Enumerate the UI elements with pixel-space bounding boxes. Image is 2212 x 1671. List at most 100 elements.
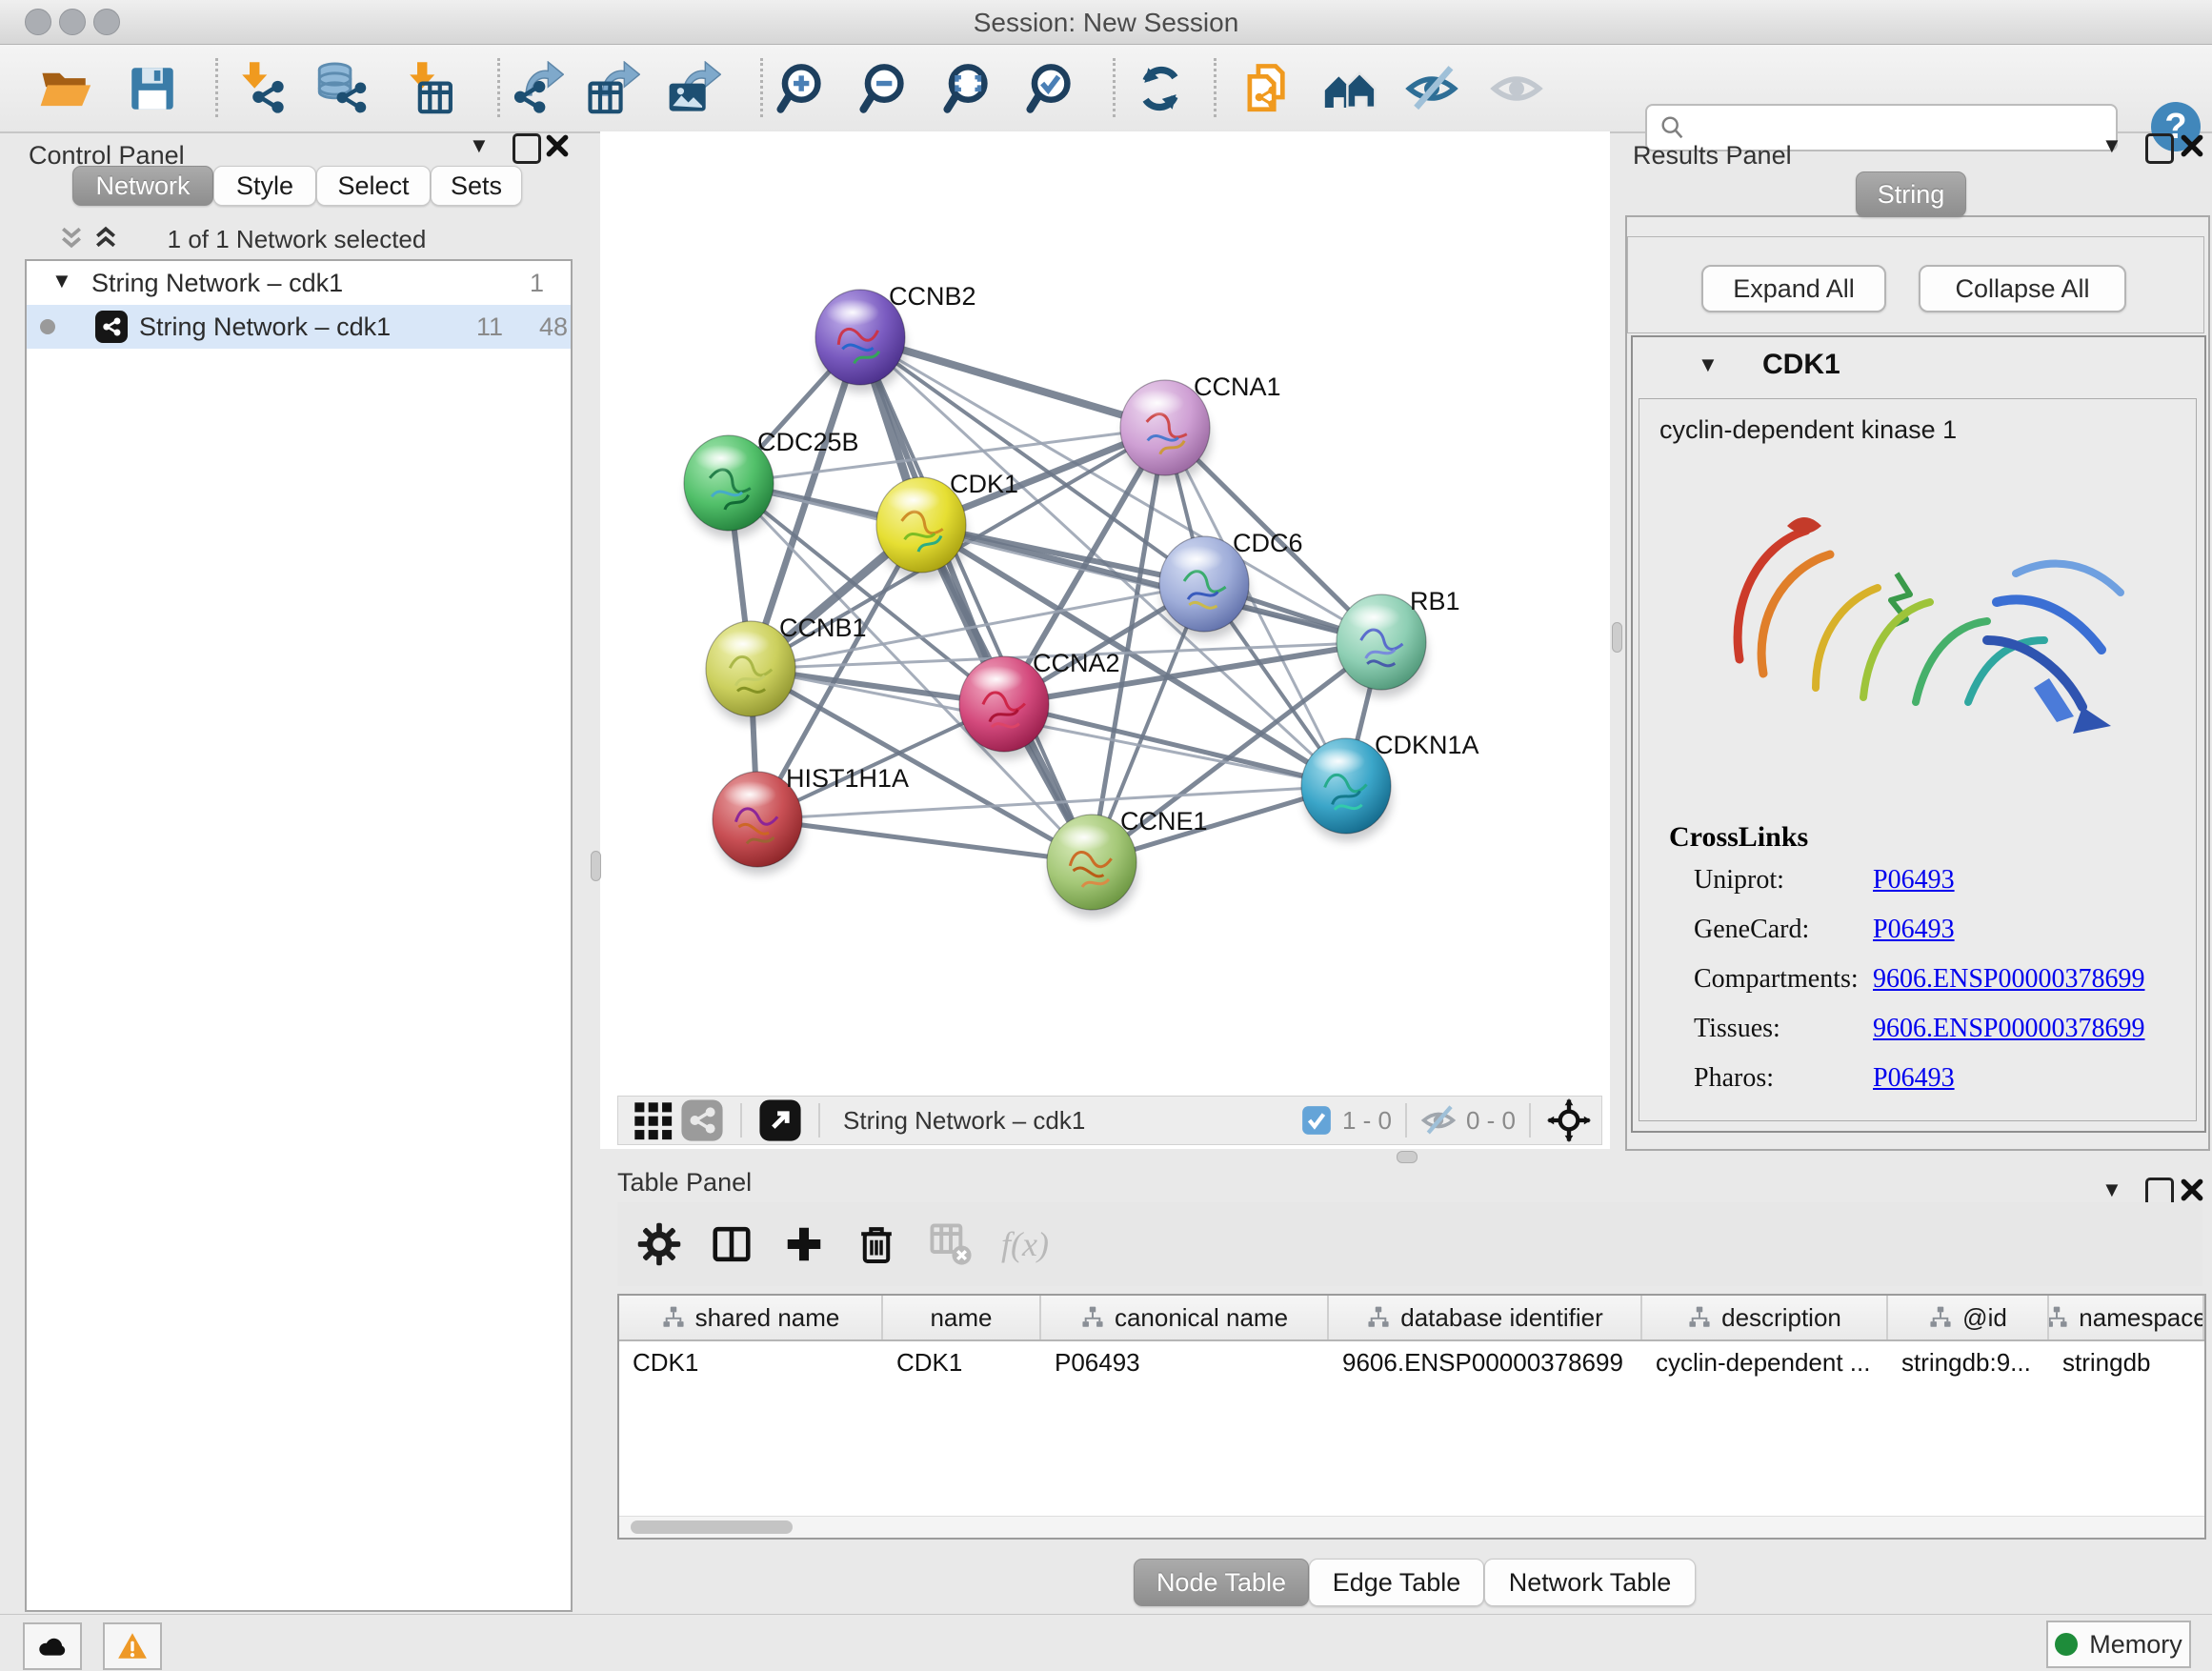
zoom-fit-icon[interactable] <box>940 59 999 118</box>
open-session-icon[interactable] <box>35 59 94 118</box>
export-table-icon[interactable] <box>583 59 642 118</box>
tab-select[interactable]: Select <box>316 166 431 206</box>
network-collection-row[interactable]: ▼ String Network – cdk1 1 <box>27 261 571 305</box>
collection-count: 1 <box>530 269 544 298</box>
horizontal-splitter-handle[interactable] <box>1397 1151 1418 1163</box>
results-panel-menu-icon[interactable]: ▼ <box>2101 133 2122 158</box>
table-cell[interactable]: P06493 <box>1041 1341 1329 1383</box>
refresh-icon[interactable] <box>1131 59 1190 118</box>
control-panel-menu-icon[interactable]: ▼ <box>469 133 490 158</box>
control-panel-close-icon[interactable] <box>545 133 570 158</box>
node-label: HIST1H1A <box>786 764 909 793</box>
table-cell[interactable]: CDK1 <box>883 1341 1041 1383</box>
table-cell[interactable]: stringdb <box>2049 1341 2204 1383</box>
save-session-icon[interactable] <box>123 59 182 118</box>
crosslink-value-link[interactable]: 9606.ENSP00000378699 <box>1873 964 2144 995</box>
network-svg[interactable]: CCNB2CCNA1CDC25BCDK1CDC6RB1CCNB1CCNA2CDK… <box>600 131 1610 1094</box>
right-splitter-handle[interactable] <box>1612 622 1622 653</box>
crosslink-row: Tissues: 9606.ENSP00000378699 <box>1694 1014 2189 1063</box>
column-header[interactable]: description <box>1642 1296 1888 1339</box>
column-header[interactable]: namespace <box>2049 1296 2204 1339</box>
import-database-icon[interactable] <box>311 59 370 118</box>
table-row[interactable]: CDK1CDK1P064939606.ENSP00000378699cyclin… <box>619 1341 2204 1383</box>
collapse-all-button[interactable]: Collapse All <box>1919 265 2126 312</box>
table-toolbar: f(x) <box>617 1202 2202 1286</box>
show-all-icon[interactable] <box>1487 59 1546 118</box>
crosslink-value-link[interactable]: P06493 <box>1873 915 1955 945</box>
crosslink-value-link[interactable]: 9606.ENSP00000378699 <box>1873 1014 2144 1044</box>
table-cell[interactable]: cyclin-dependent ... <box>1642 1341 1888 1383</box>
delete-column-icon[interactable] <box>852 1219 901 1269</box>
network-edge[interactable] <box>1004 704 1346 786</box>
column-header[interactable]: @id <box>1888 1296 2049 1339</box>
status-bar: Memory <box>0 1614 2212 1671</box>
import-table-icon[interactable] <box>397 59 456 118</box>
network-edge[interactable] <box>860 337 1165 428</box>
column-header-label: name <box>930 1303 992 1333</box>
crosslink-label: Tissues: <box>1694 1014 1780 1044</box>
table-panel-menu-icon[interactable]: ▼ <box>2101 1178 2122 1202</box>
table-options-gear-icon[interactable] <box>634 1219 684 1269</box>
node-label: CCNB1 <box>779 614 867 642</box>
control-panel-float-icon[interactable] <box>513 133 541 164</box>
tab-sets[interactable]: Sets <box>431 166 522 206</box>
node-table[interactable]: shared name name canonical namedatabase id… <box>617 1294 2206 1540</box>
tab-node-table[interactable]: Node Table <box>1134 1559 1309 1606</box>
column-header[interactable]: canonical name <box>1041 1296 1329 1339</box>
cloud-status-button[interactable] <box>23 1622 82 1670</box>
table-cell[interactable]: stringdb:9... <box>1888 1341 2049 1383</box>
collection-expand-icon[interactable]: ▼ <box>51 269 72 293</box>
crosslink-value-link[interactable]: P06493 <box>1873 1063 1955 1094</box>
tab-string[interactable]: String <box>1856 171 1966 217</box>
tab-edge-table[interactable]: Edge Table <box>1309 1559 1484 1606</box>
birds-eye-view-icon[interactable] <box>628 1096 677 1145</box>
network-row[interactable]: String Network – cdk1 11 48 <box>27 305 571 349</box>
entry-collapse-icon[interactable]: ▼ <box>1698 352 1719 377</box>
detach-view-icon[interactable] <box>755 1096 805 1145</box>
left-splitter-handle[interactable] <box>591 851 601 881</box>
column-header-label: namespace <box>2079 1303 2204 1333</box>
table-cell[interactable]: 9606.ENSP00000378699 <box>1329 1341 1642 1383</box>
network-canvas[interactable]: CCNB2CCNA1CDC25BCDK1CDC6RB1CCNB1CCNA2CDK… <box>600 131 1610 1149</box>
results-panel-close-icon[interactable] <box>2180 133 2204 158</box>
memory-status-dot-icon <box>2055 1633 2078 1656</box>
crosslink-value-link[interactable]: P06493 <box>1873 865 1955 896</box>
collection-label: String Network – cdk1 <box>91 269 343 298</box>
scrollbar-thumb[interactable] <box>631 1520 793 1534</box>
node-label: CCNA2 <box>1033 649 1120 677</box>
zoom-out-icon[interactable] <box>856 59 915 118</box>
network-list: ▼ String Network – cdk1 1 String Network… <box>25 259 573 1612</box>
selected-checkbox-icon[interactable] <box>1300 1096 1333 1145</box>
memory-button[interactable]: Memory <box>2046 1621 2191 1668</box>
expand-all-button[interactable]: Expand All <box>1701 265 1886 312</box>
protein-structure-image <box>1673 459 2168 812</box>
horizontal-scrollbar[interactable] <box>619 1516 2204 1538</box>
table-panel-close-icon[interactable] <box>2180 1178 2204 1202</box>
zoom-in-icon[interactable] <box>774 59 833 118</box>
column-header-label: description <box>1721 1303 1841 1333</box>
network-overview-icon[interactable] <box>677 1096 727 1145</box>
column-header[interactable]: shared name <box>619 1296 883 1339</box>
export-network-icon[interactable] <box>507 59 566 118</box>
results-panel-float-icon[interactable] <box>2145 133 2174 164</box>
crosslink-row: Uniprot: P06493 <box>1694 865 2189 915</box>
tab-network[interactable]: Network <box>72 166 213 206</box>
column-header[interactable]: name <box>883 1296 1041 1339</box>
show-columns-icon[interactable] <box>707 1219 756 1269</box>
table-cell[interactable]: CDK1 <box>619 1341 883 1383</box>
tab-network-table[interactable]: Network Table <box>1484 1559 1696 1606</box>
warnings-button[interactable] <box>103 1622 162 1670</box>
zoom-selected-icon[interactable] <box>1023 59 1082 118</box>
duplicate-network-icon[interactable] <box>1237 59 1297 118</box>
crosslink-label: Pharos: <box>1694 1063 1774 1094</box>
hide-selected-icon[interactable] <box>1402 59 1461 118</box>
import-network-icon[interactable] <box>230 59 289 118</box>
first-neighbors-icon[interactable] <box>1321 59 1380 118</box>
export-image-icon[interactable] <box>664 59 723 118</box>
node-selection-mode-icon[interactable] <box>1544 1096 1594 1145</box>
column-header[interactable]: database identifier <box>1329 1296 1642 1339</box>
tab-style[interactable]: Style <box>213 166 316 206</box>
add-column-icon[interactable] <box>779 1219 829 1269</box>
network-edge[interactable] <box>757 819 1092 862</box>
entry-gene-name: CDK1 <box>1762 349 1840 381</box>
